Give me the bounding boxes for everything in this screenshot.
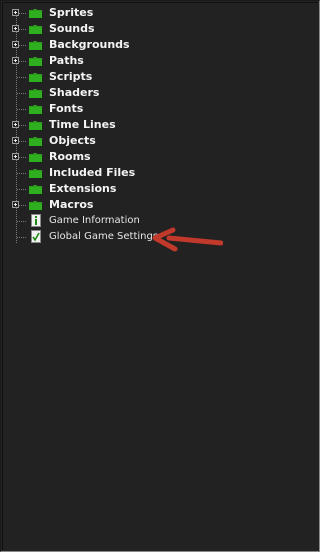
expand-icon[interactable] bbox=[12, 41, 19, 48]
tree-item-macros[interactable]: Macros bbox=[3, 197, 318, 213]
red-arrow-icon bbox=[152, 227, 223, 252]
folder-icon bbox=[29, 57, 42, 66]
tree-item-included-files[interactable]: Included Files bbox=[3, 165, 318, 181]
tree-item-label: Scripts bbox=[49, 70, 93, 83]
tree-item-label: Included Files bbox=[49, 166, 136, 179]
tree-item-label: Extensions bbox=[49, 182, 117, 195]
tree-item-label: Global Game Settings bbox=[49, 231, 159, 242]
folder-icon bbox=[29, 105, 42, 114]
expand-icon[interactable] bbox=[12, 201, 19, 208]
tree-item-shaders[interactable]: Shaders bbox=[3, 85, 318, 101]
resource-tree: Sprites Sounds Backgrounds Paths Scripts Shad… bbox=[3, 5, 318, 245]
tree-connector bbox=[17, 93, 26, 94]
tree-item-label: Fonts bbox=[49, 102, 84, 115]
settings-icon bbox=[31, 230, 41, 243]
tree-connector bbox=[17, 173, 26, 174]
tree-item-objects[interactable]: Objects bbox=[3, 133, 318, 149]
folder-icon bbox=[29, 185, 42, 194]
tree-item-paths[interactable]: Paths bbox=[3, 53, 318, 69]
tree-item-label: Objects bbox=[49, 134, 96, 147]
tree-item-sounds[interactable]: Sounds bbox=[3, 21, 318, 37]
tree-item-label: Sounds bbox=[49, 22, 95, 35]
expand-icon[interactable] bbox=[12, 121, 19, 128]
tree-item-scripts[interactable]: Scripts bbox=[3, 69, 318, 85]
resource-tree-panel: Sprites Sounds Backgrounds Paths Scripts Shad… bbox=[0, 0, 320, 552]
folder-icon bbox=[29, 9, 42, 18]
tree-item-backgrounds[interactable]: Backgrounds bbox=[3, 37, 318, 53]
expand-icon[interactable] bbox=[12, 9, 19, 16]
folder-icon bbox=[29, 201, 42, 210]
tree-item-sprites[interactable]: Sprites bbox=[3, 5, 318, 21]
tree-item-label: Rooms bbox=[49, 150, 91, 163]
expand-icon[interactable] bbox=[12, 137, 19, 144]
tree-item-label: Game Information bbox=[49, 215, 140, 226]
tree-item-extensions[interactable]: Extensions bbox=[3, 181, 318, 197]
folder-icon bbox=[29, 73, 42, 82]
tree-item-label: Sprites bbox=[49, 6, 94, 19]
tree-item-time-lines[interactable]: Time Lines bbox=[3, 117, 318, 133]
folder-icon bbox=[29, 121, 42, 130]
tree-item-label: Paths bbox=[49, 54, 84, 67]
info-icon bbox=[31, 214, 41, 227]
tree-item-fonts[interactable]: Fonts bbox=[3, 101, 318, 117]
tree-connector bbox=[17, 237, 26, 238]
expand-icon[interactable] bbox=[12, 57, 19, 64]
folder-icon bbox=[29, 89, 42, 98]
resource-tree-viewport[interactable]: Sprites Sounds Backgrounds Paths Scripts Shad… bbox=[2, 2, 318, 550]
tree-connector bbox=[17, 77, 26, 78]
tree-connector bbox=[17, 189, 26, 190]
expand-icon[interactable] bbox=[12, 153, 19, 160]
tree-item-rooms[interactable]: Rooms bbox=[3, 149, 318, 165]
tree-item-label: Time Lines bbox=[49, 118, 116, 131]
tree-item-label: Shaders bbox=[49, 86, 100, 99]
tree-item-label: Backgrounds bbox=[49, 38, 130, 51]
tree-connector bbox=[17, 109, 26, 110]
folder-icon bbox=[29, 137, 42, 146]
expand-icon[interactable] bbox=[12, 25, 19, 32]
folder-icon bbox=[29, 169, 42, 178]
folder-icon bbox=[29, 153, 42, 162]
tree-item-label: Macros bbox=[49, 198, 94, 211]
folder-icon bbox=[29, 41, 42, 50]
folder-icon bbox=[29, 25, 42, 34]
tree-connector bbox=[17, 221, 26, 222]
